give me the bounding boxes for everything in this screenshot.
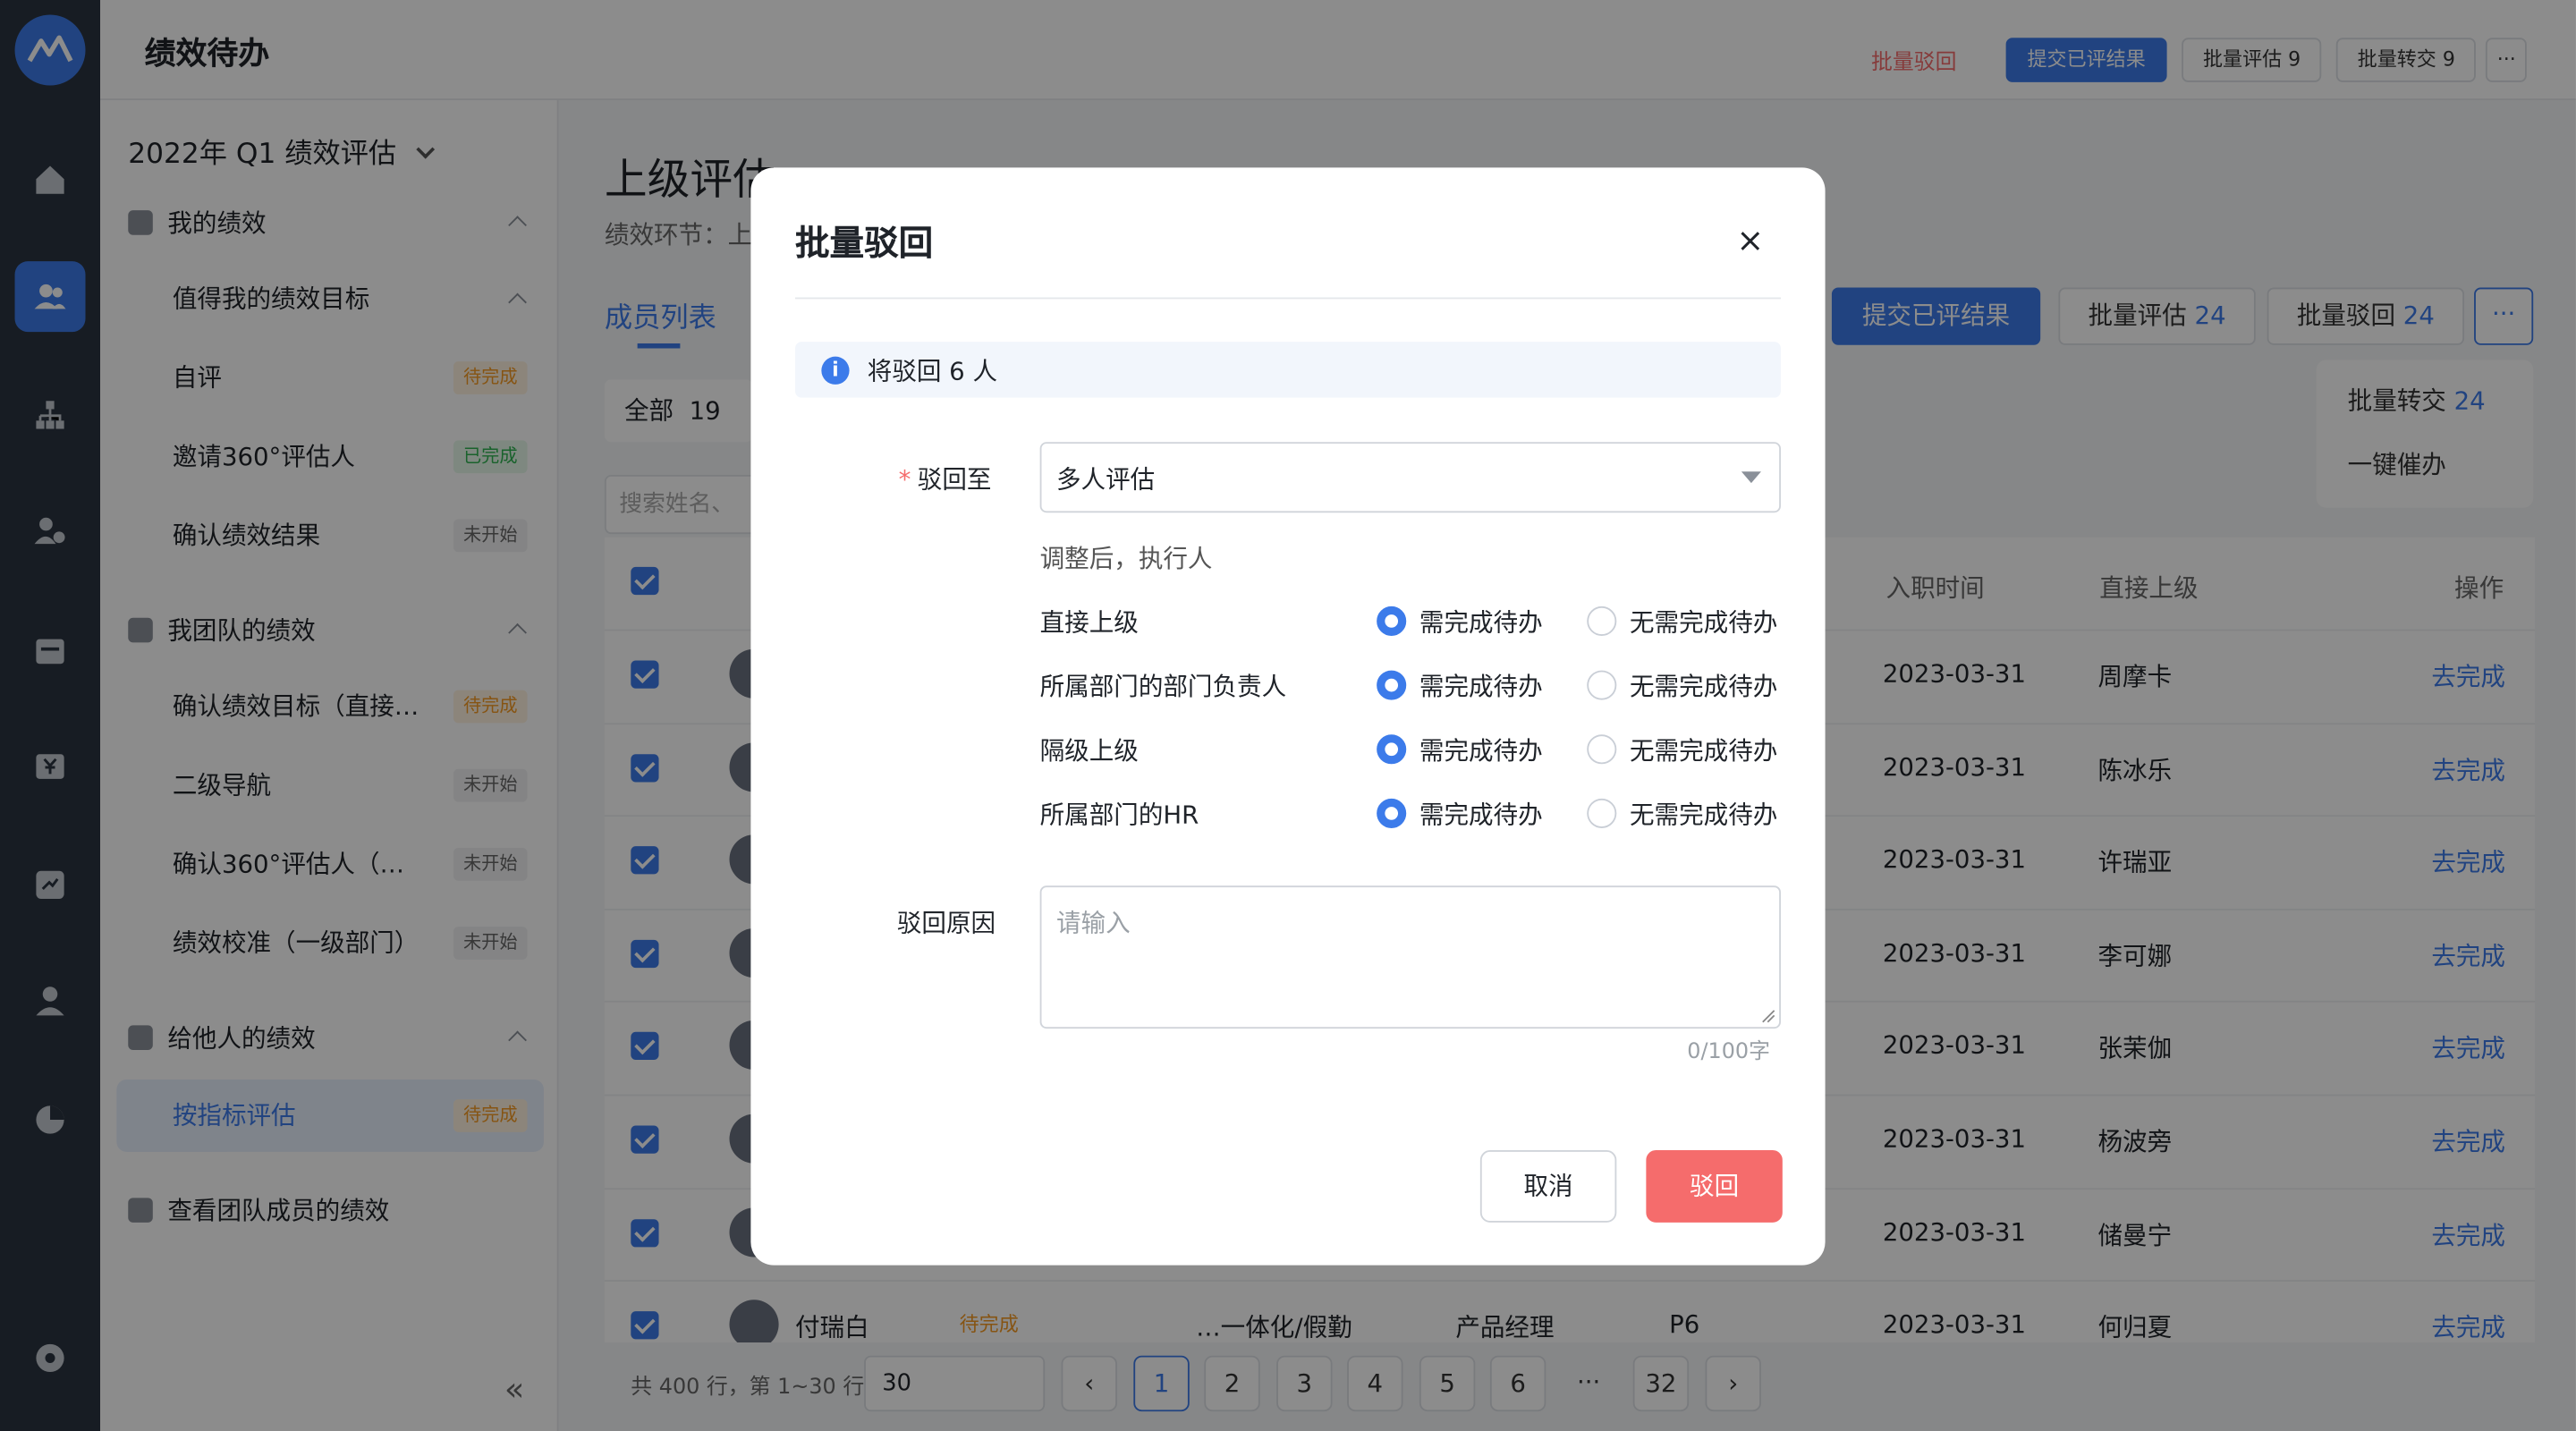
info-banner: i 将驳回 6 人 bbox=[794, 342, 1781, 398]
reject-to-select[interactable]: 多人评估 bbox=[1039, 442, 1781, 513]
reject-confirm-button[interactable]: 驳回 bbox=[1646, 1150, 1783, 1223]
dialog-title: 批量驳回 bbox=[794, 223, 934, 263]
radio-label: 需完成待办 bbox=[1419, 800, 1543, 830]
select-value: 多人评估 bbox=[1055, 464, 1156, 495]
radio-not-required[interactable] bbox=[1587, 670, 1617, 700]
option-role: 所属部门的HR bbox=[1039, 800, 1199, 830]
radio-required[interactable] bbox=[1377, 670, 1407, 700]
info-text: 将驳回 6 人 bbox=[867, 356, 998, 386]
reason-textarea[interactable]: 请输入 bbox=[1039, 885, 1781, 1029]
radio-not-required[interactable] bbox=[1587, 798, 1617, 828]
textarea-placeholder: 请输入 bbox=[1055, 908, 1131, 939]
radio-required[interactable] bbox=[1377, 798, 1407, 828]
resize-handle-icon[interactable] bbox=[1761, 1009, 1776, 1024]
reject-to-label: * 驳回至 bbox=[899, 461, 992, 496]
option-role: 所属部门的部门负责人 bbox=[1039, 672, 1287, 702]
radio-not-required[interactable] bbox=[1587, 734, 1617, 765]
cancel-button[interactable]: 取消 bbox=[1479, 1150, 1617, 1223]
option-role: 隔级上级 bbox=[1039, 736, 1139, 766]
radio-label: 需完成待办 bbox=[1419, 736, 1543, 766]
radio-label: 无需完成待办 bbox=[1630, 607, 1778, 638]
reason-label: 驳回原因 bbox=[896, 908, 996, 939]
required-mark: * bbox=[898, 464, 911, 495]
divider bbox=[794, 297, 1781, 300]
radio-not-required[interactable] bbox=[1587, 605, 1617, 636]
batch-reject-dialog: 批量驳回 × i 将驳回 6 人 * 驳回至 多人评估 调整后，执行人 直接上级 … bbox=[750, 167, 1826, 1266]
radio-label: 无需完成待办 bbox=[1630, 672, 1778, 702]
info-icon: i bbox=[821, 356, 850, 385]
executor-hint: 调整后，执行人 bbox=[1039, 544, 1213, 574]
option-role: 直接上级 bbox=[1039, 607, 1139, 638]
radio-label: 无需完成待办 bbox=[1630, 800, 1778, 830]
radio-label: 需完成待办 bbox=[1419, 672, 1543, 702]
caret-down-icon bbox=[1741, 471, 1761, 484]
close-icon[interactable]: × bbox=[1736, 224, 1764, 257]
radio-label: 需完成待办 bbox=[1419, 607, 1543, 638]
radio-required[interactable] bbox=[1377, 605, 1407, 636]
radio-label: 无需完成待办 bbox=[1630, 736, 1778, 766]
radio-required[interactable] bbox=[1377, 734, 1407, 765]
label-text: 驳回至 bbox=[917, 464, 992, 495]
char-counter: 0/100字 bbox=[1687, 1039, 1770, 1065]
